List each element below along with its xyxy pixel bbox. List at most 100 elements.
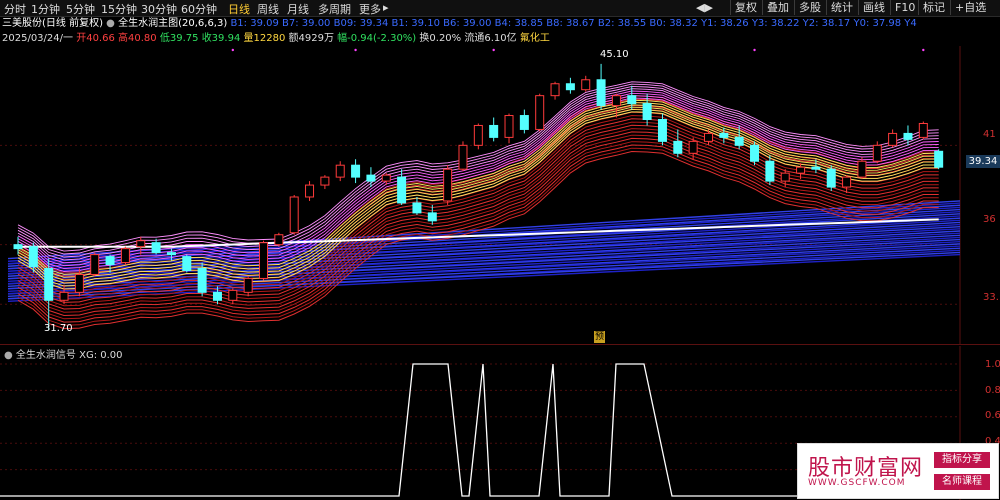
tab-monthly[interactable]: 月线 <box>287 1 309 17</box>
quote-info-line: 2025/03/24/一 开40.66 高40.80 低39.75 收39.94… <box>2 32 550 46</box>
candle-body <box>918 122 928 138</box>
candle-body <box>59 291 69 301</box>
indicator-name[interactable]: 全生水润主图(20,6,6,3) <box>118 18 227 29</box>
candle-body <box>182 256 192 271</box>
panel-separator[interactable] <box>0 344 1000 345</box>
candle-body <box>427 212 437 222</box>
candle-body <box>657 119 667 142</box>
f10-button[interactable]: F10 <box>890 0 919 15</box>
candle-body <box>197 268 207 293</box>
mark-button[interactable]: 标记 <box>918 0 949 15</box>
period-toolbar: 分时 1分钟 5分钟 15分钟 30分钟 60分钟 日线 周线 月线 多周期 更… <box>0 0 1000 17</box>
tab-multi-period[interactable]: 多周期 <box>318 1 351 17</box>
tab-30min[interactable]: 30分钟 <box>141 1 177 17</box>
candle-body <box>535 95 545 130</box>
candle-body <box>673 140 683 154</box>
candle-body <box>903 132 913 140</box>
candle-body <box>228 289 238 301</box>
candle-body <box>120 248 130 264</box>
tab-15min[interactable]: 15分钟 <box>101 1 137 17</box>
price-axis-label: 33. <box>983 292 999 303</box>
add-watchlist-button[interactable]: +自选 <box>950 0 990 15</box>
tab-weekly[interactable]: 周线 <box>257 1 279 17</box>
quote-turnover: 换0.20% <box>419 33 462 44</box>
candle-body <box>596 79 606 107</box>
signal-axis-label: 0.8 <box>985 385 1000 396</box>
candle-body <box>811 166 821 170</box>
candle-body <box>305 184 315 198</box>
candle-body <box>627 95 637 105</box>
nav-arrows-icon[interactable]: ◀▶ <box>696 1 713 14</box>
candle-body <box>28 246 38 268</box>
candle-body <box>351 164 361 178</box>
candle-body <box>274 234 284 246</box>
current-price-tag: 39.34 <box>966 155 1000 168</box>
marker-dot <box>753 48 756 52</box>
candle-body <box>381 174 391 182</box>
candle-body <box>504 115 514 138</box>
quote-low: 低39.75 <box>159 33 199 44</box>
signal-axis-label: 0.6 <box>985 410 1000 421</box>
high-price-label: 45.10 <box>600 49 629 60</box>
candle-body <box>872 144 882 162</box>
candle-body <box>44 268 54 301</box>
candle-body <box>642 103 652 121</box>
candle-body <box>458 144 468 170</box>
candle-body <box>719 132 729 138</box>
candle-body <box>320 176 330 186</box>
marker-dot <box>354 48 357 52</box>
quote-change: 幅-0.94(-2.30%) <box>337 33 417 44</box>
watermark-logo: 股市财富网 WWW.GSCFW.COM 指标分享 名师课程 <box>797 443 999 499</box>
indicator-toggle-icon[interactable]: ● <box>106 18 115 29</box>
candle-body <box>335 164 345 178</box>
candle-body <box>857 160 867 178</box>
tab-5min[interactable]: 5分钟 <box>66 1 95 17</box>
stock-title: 三美股份(日线 前复权) <box>2 18 103 29</box>
signal-axis-label: 1.0 <box>985 359 1000 370</box>
tab-1min[interactable]: 1分钟 <box>31 1 60 17</box>
quote-date: 2025/03/24/一 <box>2 33 74 44</box>
candle-body <box>688 140 698 154</box>
candle-body <box>366 174 376 182</box>
candle-body <box>826 168 836 188</box>
candle-body <box>550 83 560 97</box>
candle-body <box>765 160 775 182</box>
candle-body <box>888 132 898 146</box>
candle-body <box>105 256 115 266</box>
quote-high: 高40.80 <box>118 33 157 44</box>
candle-body <box>212 291 222 301</box>
price-axis-label: 41 <box>983 129 996 140</box>
draw-line-button[interactable]: 画线 <box>858 0 889 15</box>
main-price-chart[interactable] <box>0 46 1000 344</box>
candle-body <box>74 273 84 293</box>
tab-more[interactable]: 更多 <box>359 1 381 17</box>
quote-volume: 量12280 <box>243 33 286 44</box>
quote-float: 流通6.10亿 <box>464 33 517 44</box>
statistics-button[interactable]: 统计 <box>826 0 857 15</box>
overlay-button[interactable]: 叠加 <box>762 0 793 15</box>
candle-body <box>581 79 591 91</box>
candle-body <box>259 242 269 279</box>
tab-60min[interactable]: 60分钟 <box>181 1 217 17</box>
quote-amount: 额4929万 <box>288 33 334 44</box>
indicator-info-line: 三美股份(日线 前复权) ● 全生水润主图(20,6,6,3) B1: 39.0… <box>2 17 917 31</box>
quote-close: 收39.94 <box>201 33 241 44</box>
candle-body <box>166 252 176 256</box>
watermark-url: WWW.GSCFW.COM <box>808 478 906 488</box>
restore-rights-button[interactable]: 复权 <box>730 0 761 15</box>
tab-daily[interactable]: 日线 <box>228 1 250 17</box>
watermark-tag-indicators: 指标分享 <box>934 452 990 468</box>
quote-sector[interactable]: 氟化工 <box>520 33 550 44</box>
candle-body <box>151 242 161 254</box>
marker-dot <box>922 48 925 52</box>
marker-dot <box>231 48 235 52</box>
candle-body <box>934 150 944 168</box>
candle-body <box>750 144 760 162</box>
multi-stock-button[interactable]: 多股 <box>794 0 825 15</box>
candle-body <box>13 244 23 250</box>
forecast-badge[interactable]: 预 <box>594 331 605 343</box>
candle-body <box>412 202 422 214</box>
candle-body <box>397 176 407 204</box>
tab-intraday[interactable]: 分时 <box>4 1 26 17</box>
candle-body <box>842 176 852 188</box>
